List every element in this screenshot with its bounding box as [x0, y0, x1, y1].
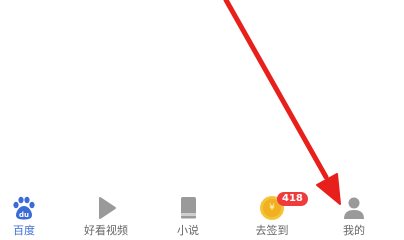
tab-baidu[interactable]: du 百度 [0, 190, 64, 240]
coin-icon: ¥ 418 [258, 192, 308, 222]
person-icon [340, 194, 368, 222]
tab-check-in[interactable]: ¥ 418 去签到 [232, 190, 312, 240]
tab-haokan-video[interactable]: 好看视频 [66, 190, 146, 240]
book-icon [174, 194, 202, 222]
tab-label: 百度 [13, 224, 35, 237]
svg-text:du: du [19, 211, 29, 219]
play-icon [92, 194, 120, 222]
bottom-tab-bar: du 百度 好看视频 小说 ¥ 418 去签到 我的 [0, 190, 404, 240]
baidu-paw-icon: du [10, 194, 38, 222]
tab-label: 去签到 [255, 224, 289, 237]
tab-label: 我的 [343, 224, 365, 237]
tab-label: 好看视频 [84, 224, 128, 237]
content-area [0, 0, 404, 190]
tab-novel[interactable]: 小说 [148, 190, 228, 240]
tab-mine[interactable]: 我的 [314, 190, 394, 240]
tab-label: 小说 [177, 224, 199, 237]
notification-badge: 418 [277, 192, 308, 206]
